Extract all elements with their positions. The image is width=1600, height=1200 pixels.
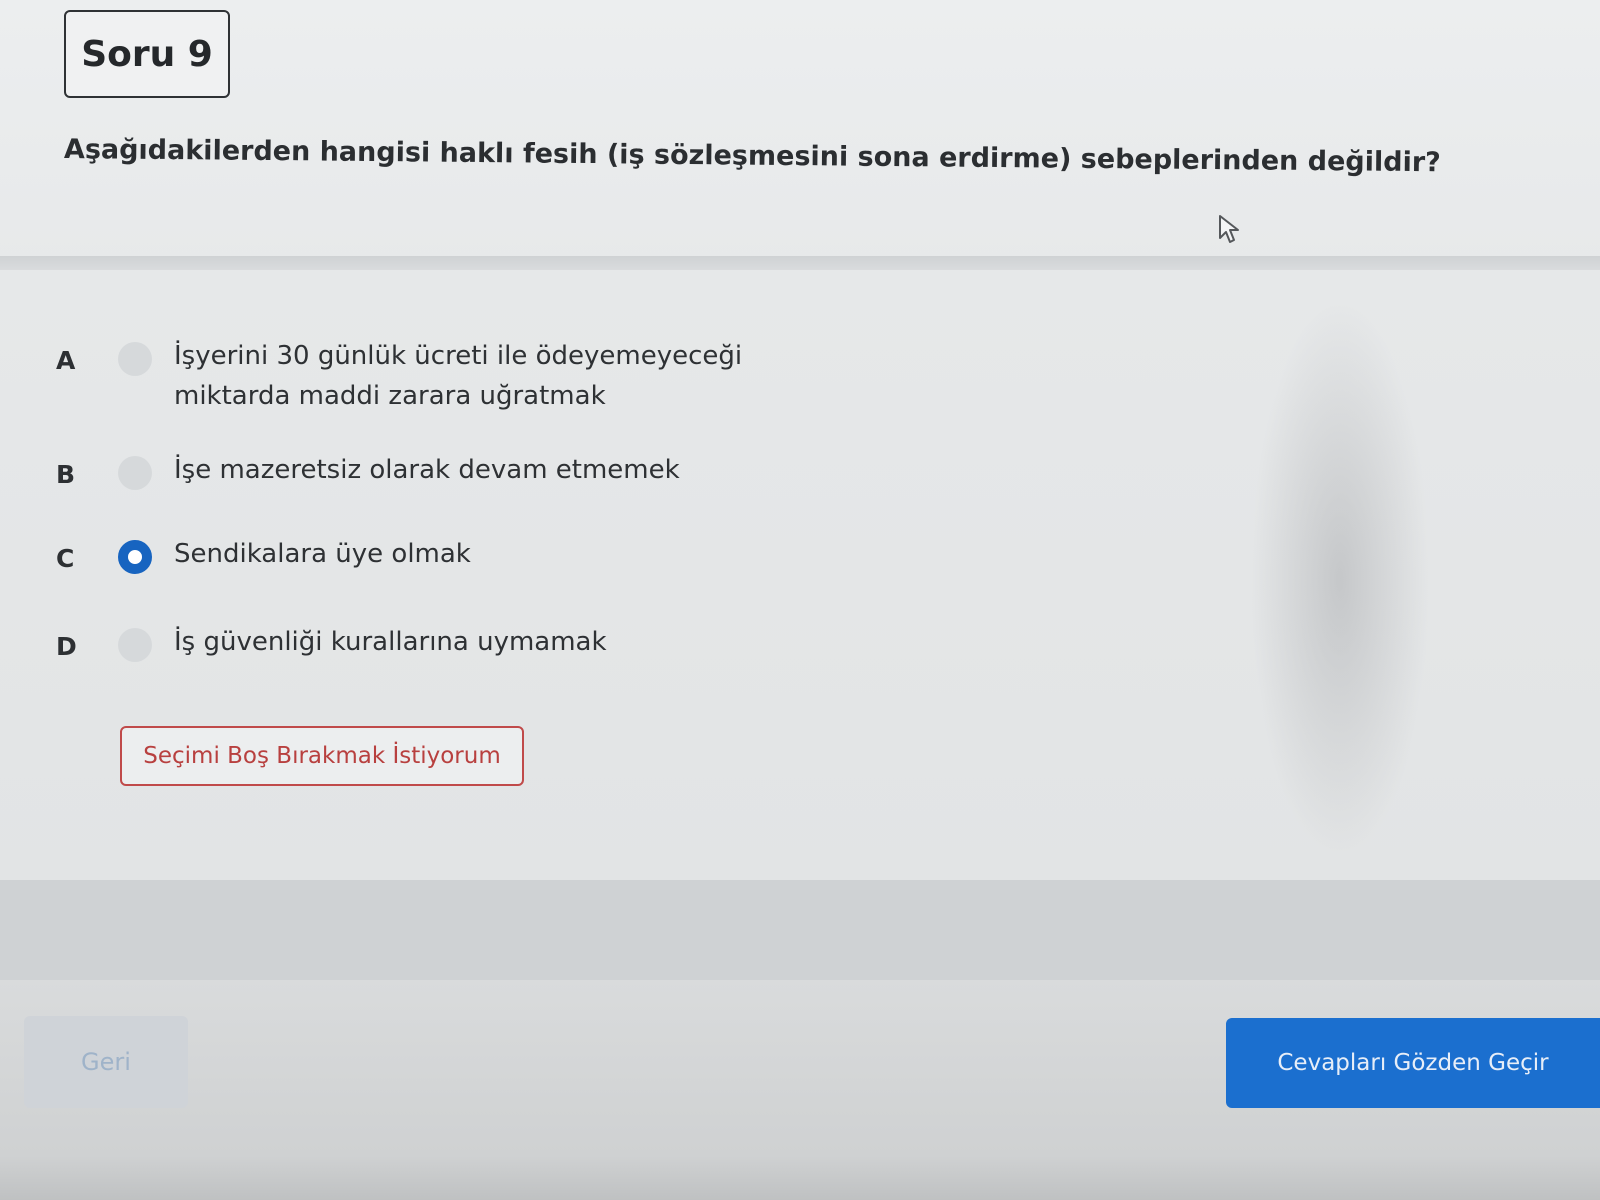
review-answers-button[interactable]: Cevapları Gözden Geçir <box>1226 1018 1600 1108</box>
option-text: İşe mazeretsiz olarak devam etmemek <box>174 455 680 485</box>
option-letter: B <box>56 460 76 489</box>
option-letter: A <box>56 346 76 375</box>
option-d-radio[interactable] <box>118 628 152 662</box>
back-button[interactable]: Geri <box>24 1016 188 1108</box>
question-number-badge: Soru 9 <box>64 10 230 98</box>
options-panel: A İşyerini 30 günlük ücreti ile ödeyemey… <box>0 270 1600 890</box>
option-a-radio[interactable] <box>118 342 152 376</box>
skip-answer-button[interactable]: Seçimi Boş Bırakmak İstiyorum <box>120 726 524 786</box>
option-text: Sendikalara üye olmak <box>174 539 471 569</box>
option-letter: D <box>56 632 77 661</box>
option-c-radio-selected[interactable] <box>118 540 152 574</box>
mouse-cursor-icon <box>1219 215 1239 243</box>
option-text: İşyerini 30 günlük ücreti ile ödeyemeyec… <box>174 341 743 411</box>
option-b-radio[interactable] <box>118 456 152 490</box>
question-card: Soru 9 Aşağıdakilerden hangisi haklı fes… <box>0 0 1600 268</box>
footer-band <box>0 880 1600 980</box>
option-text: İş güvenliği kurallarına uymamak <box>174 627 607 657</box>
question-text: Aşağıdakilerden hangisi haklı fesih (iş … <box>63 134 1441 179</box>
divider <box>0 256 1600 270</box>
option-letter: C <box>56 544 75 573</box>
